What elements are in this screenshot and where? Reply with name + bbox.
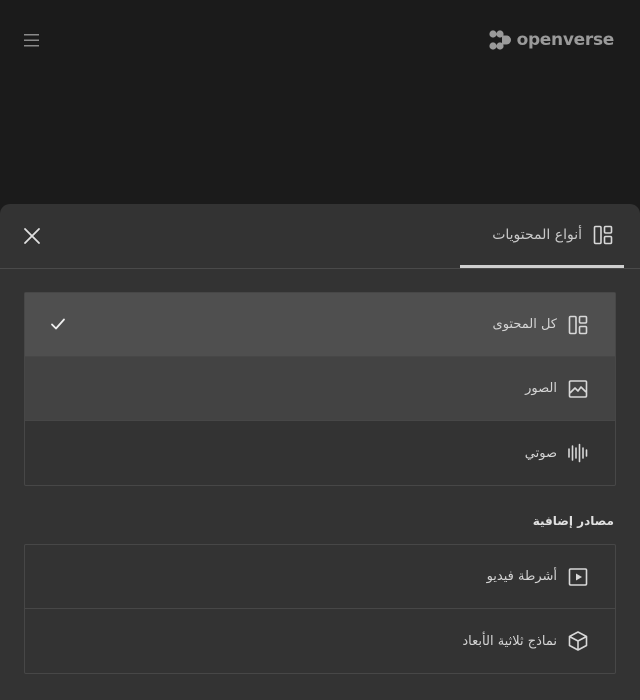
content-type-label: صوتي [524,445,557,461]
additional-sources-list: أشرطة فيديو نماذج ثلاثية الأبعاد [24,544,616,674]
tab-content-types[interactable]: أنواع المحتويات [460,204,624,268]
top-bar: openverse [0,0,640,80]
cube-icon [568,631,588,651]
logo-text: openverse [516,30,615,50]
content-type-audio[interactable]: صوتي [25,421,615,485]
content-type-images[interactable]: الصور [25,357,615,421]
checkmark-icon [51,318,65,330]
source-label: نماذج ثلاثية الأبعاد [462,633,557,649]
openverse-logo-icon [488,30,511,50]
video-icon [568,567,588,586]
all-content-icon [568,315,588,334]
logo[interactable]: openverse [488,29,615,51]
source-video[interactable]: أشرطة فيديو [25,545,615,609]
image-icon [568,379,588,398]
menu-icon[interactable] [22,30,42,50]
content-type-label: الصور [525,381,557,396]
content-type-label: كل المحتوى [492,317,557,332]
content-type-sheet: أنواع المحتويات كل المحتوى الصور صوتي مص… [0,204,640,700]
additional-sources-title: مصادر إضافية [532,514,614,528]
content-type-all[interactable]: كل المحتوى [25,293,615,357]
audio-icon [568,443,588,463]
content-type-list: كل المحتوى الصور صوتي [24,292,616,486]
source-label: أشرطة فيديو [486,569,557,584]
sheet-header: أنواع المحتويات [0,204,640,269]
content-types-icon [593,225,613,244]
close-icon[interactable] [20,224,44,248]
source-3d-models[interactable]: نماذج ثلاثية الأبعاد [25,609,615,673]
tab-label: أنواع المحتويات [492,226,582,243]
